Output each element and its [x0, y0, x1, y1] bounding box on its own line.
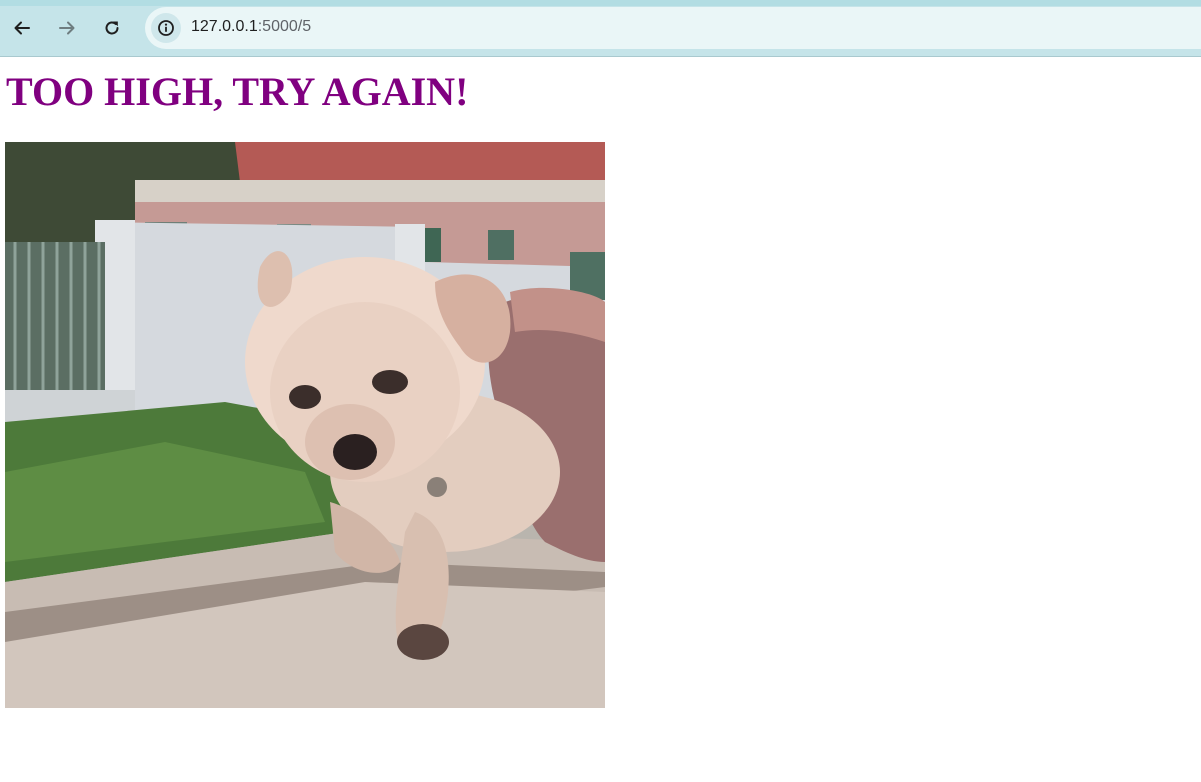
tab-strip: [0, 0, 1201, 6]
page-content: TOO HIGH, TRY AGAIN!: [0, 57, 1201, 782]
url-path: :5000/5: [257, 18, 312, 35]
puppy-image: [5, 142, 605, 708]
back-button[interactable]: [8, 14, 36, 42]
browser-toolbar: 127.0.0.1:5000/5: [0, 0, 1201, 57]
puppy-illustration: [5, 142, 605, 708]
site-info-button[interactable]: [151, 13, 181, 43]
reload-button[interactable]: [98, 14, 126, 42]
url-host: 127.0.0.1: [191, 18, 258, 35]
address-bar[interactable]: 127.0.0.1:5000/5: [145, 7, 1201, 49]
info-icon: [158, 20, 174, 36]
reload-icon: [105, 21, 119, 35]
forward-button[interactable]: [53, 14, 81, 42]
url-text[interactable]: 127.0.0.1:5000/5: [191, 18, 311, 36]
result-heading: TOO HIGH, TRY AGAIN!: [6, 69, 469, 114]
arrow-left-icon: [14, 21, 30, 35]
arrow-right-icon: [59, 21, 75, 35]
